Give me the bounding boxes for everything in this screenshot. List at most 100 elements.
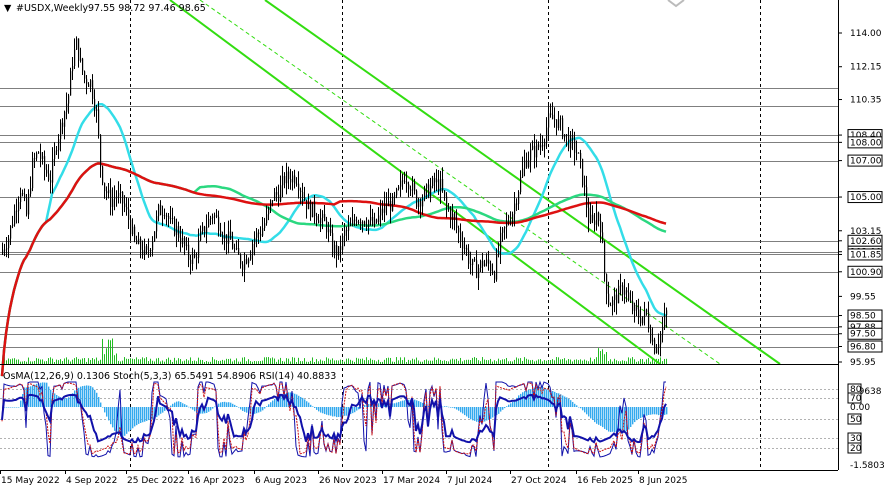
- volume-bar-309: [620, 361, 621, 364]
- osma-bar-290: [582, 407, 584, 411]
- volume-bar-100: [202, 360, 203, 364]
- candle-body-257: [516, 203, 518, 205]
- candle-body-158: [318, 220, 320, 224]
- osma-bar-323: [648, 407, 650, 415]
- candle-body-221: [444, 190, 446, 197]
- candle-body-116: [234, 248, 236, 250]
- candle-body-305: [612, 299, 614, 306]
- volume-bar-35: [72, 359, 73, 364]
- osma-bar-95: [192, 407, 194, 410]
- osma-bar-114: [230, 402, 232, 407]
- candle-body-38: [78, 38, 80, 61]
- osma-bar-152: [306, 401, 308, 407]
- osma-bar-291: [584, 407, 586, 413]
- candle-body-146: [294, 175, 296, 184]
- candle-body-331: [664, 315, 666, 327]
- candle-body-258: [518, 192, 520, 204]
- volume-bar-169: [340, 359, 341, 364]
- osma-bar-254: [510, 403, 512, 407]
- volume-bar-91: [184, 360, 185, 364]
- candle-body-82: [166, 215, 168, 217]
- volume-bar-66: [134, 359, 135, 364]
- candle-body-55: [112, 198, 114, 207]
- volume-bar-56: [114, 355, 115, 364]
- candle-body-43: [88, 84, 90, 87]
- osma-bar-112: [226, 402, 228, 407]
- price-tick-label-8: 102.60: [850, 237, 882, 247]
- candle-body-191: [384, 203, 386, 213]
- volume-bar-244: [490, 358, 491, 364]
- osma-bar-253: [508, 404, 510, 407]
- candle-body-111: [224, 234, 226, 240]
- volume-bar-200: [402, 360, 403, 364]
- volume-bar-27: [56, 359, 57, 364]
- volume-bar-303: [608, 361, 609, 364]
- candle-body-195: [392, 196, 394, 211]
- candle-body-156: [314, 202, 316, 217]
- candle-body-160: [322, 213, 324, 218]
- chart-header-arrow-icon[interactable]: ▼: [4, 3, 12, 14]
- candle-body-292: [586, 187, 588, 208]
- volume-bar-126: [254, 360, 255, 364]
- osma-bar-244: [490, 407, 492, 419]
- volume-bar-64: [130, 358, 131, 364]
- volume-bar-158: [318, 361, 319, 364]
- osma-bar-159: [320, 407, 322, 413]
- candle-body-245: [492, 271, 494, 274]
- volume-bar-197: [396, 357, 397, 364]
- osma-bar-172: [346, 407, 348, 416]
- osma-bar-299: [600, 407, 602, 426]
- volume-bar-52: [106, 348, 107, 364]
- osma-bar-252: [506, 406, 508, 407]
- osma-bar-32: [66, 398, 68, 407]
- osma-bar-294: [590, 407, 592, 419]
- volume-bar-23: [48, 358, 49, 364]
- volume-bar-279: [560, 359, 561, 364]
- volume-bar-195: [392, 361, 393, 364]
- candle-body-287: [576, 152, 578, 154]
- candle-body-19: [40, 152, 42, 159]
- osma-bar-313: [628, 407, 630, 430]
- candle-body-256: [514, 203, 516, 215]
- candle-body-230: [462, 241, 464, 249]
- chart-canvas: 114.00112.15110.35108.40108.00107.00105.…: [0, 0, 884, 488]
- volume-bar-41: [84, 358, 85, 364]
- candle-body-259: [520, 176, 522, 193]
- volume-bar-301: [604, 354, 605, 364]
- candle-body-12: [26, 198, 28, 215]
- volume-bar-312: [626, 361, 627, 364]
- volume-bar-54: [110, 340, 111, 364]
- candle-body-148: [298, 183, 300, 191]
- candle-body-62: [126, 207, 128, 210]
- candle-body-255: [512, 214, 514, 223]
- candle-body-69: [140, 238, 142, 250]
- volume-bar-199: [400, 357, 401, 364]
- osma-bar-157: [316, 407, 318, 410]
- osma-bar-314: [630, 407, 632, 427]
- candle-body-72: [146, 246, 148, 250]
- volume-bar-59: [120, 361, 121, 364]
- osma-bar-196: [394, 403, 396, 407]
- volume-bar-286: [574, 359, 575, 364]
- candle-body-264: [530, 149, 532, 161]
- osma-bar-250: [502, 407, 504, 410]
- volume-bar-175: [352, 360, 353, 364]
- osma-bar-307: [616, 407, 618, 433]
- candle-body-95: [192, 254, 194, 264]
- volume-bar-212: [426, 359, 427, 364]
- candle-body-165: [332, 233, 334, 254]
- osma-bar-102: [206, 407, 208, 413]
- osma-bar-52: [106, 407, 108, 417]
- candle-body-198: [398, 186, 400, 189]
- volume-bar-76: [154, 361, 155, 364]
- volume-bar-206: [414, 359, 415, 364]
- volume-bar-246: [494, 360, 495, 364]
- candle-body-151: [304, 197, 306, 200]
- osma-bar-328: [658, 407, 660, 416]
- osma-bar-113: [228, 402, 230, 407]
- volume-bar-7: [16, 359, 17, 364]
- osma-bar-285: [572, 401, 574, 407]
- osma-bar-297: [596, 407, 598, 424]
- candle-body-277: [556, 119, 558, 129]
- candle-body-129: [260, 234, 262, 236]
